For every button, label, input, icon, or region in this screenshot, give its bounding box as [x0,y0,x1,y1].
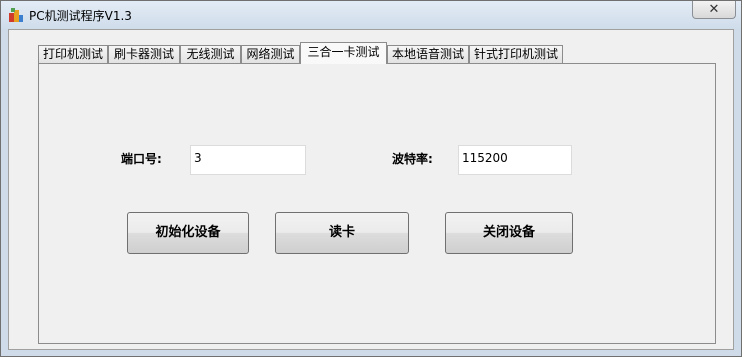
tab-wireless-test[interactable]: 无线测试 [180,45,241,63]
port-label: 端口号: [121,152,162,166]
close-device-button[interactable]: 关闭设备 [445,212,573,254]
baud-rate-label: 波特率: [392,152,433,166]
tab-local-voice-test[interactable]: 本地语音测试 [387,45,469,63]
baud-rate-input[interactable]: 115200 [458,145,572,175]
tab-printer-test[interactable]: 打印机测试 [38,45,108,63]
app-icon [9,8,23,22]
window-title: PC机测试程序V1.3 [29,9,132,23]
tab-dot-matrix-printer-test[interactable]: 针式打印机测试 [469,45,563,63]
read-card-button[interactable]: 读卡 [275,212,409,254]
tab-panel: 端口号: 3 波特率: 115200 初始化设备 读卡 关闭设备 [38,63,716,344]
client-area: 打印机测试 刷卡器测试 无线测试 网络测试 三合一卡测试 本地语音测试 针式打印… [8,29,734,350]
tab-network-test[interactable]: 网络测试 [241,45,300,63]
tab-three-in-one-card-test[interactable]: 三合一卡测试 [300,42,387,64]
close-button[interactable]: ✕ [692,1,736,19]
title-bar[interactable]: PC机测试程序V1.3 ✕ [1,1,741,29]
init-device-button[interactable]: 初始化设备 [127,212,249,254]
port-input[interactable]: 3 [190,145,306,175]
close-icon: ✕ [708,2,720,17]
app-window: PC机测试程序V1.3 ✕ 打印机测试 刷卡器测试 无线测试 网络测试 三合一卡… [0,0,742,357]
tab-card-reader-test[interactable]: 刷卡器测试 [108,45,180,63]
